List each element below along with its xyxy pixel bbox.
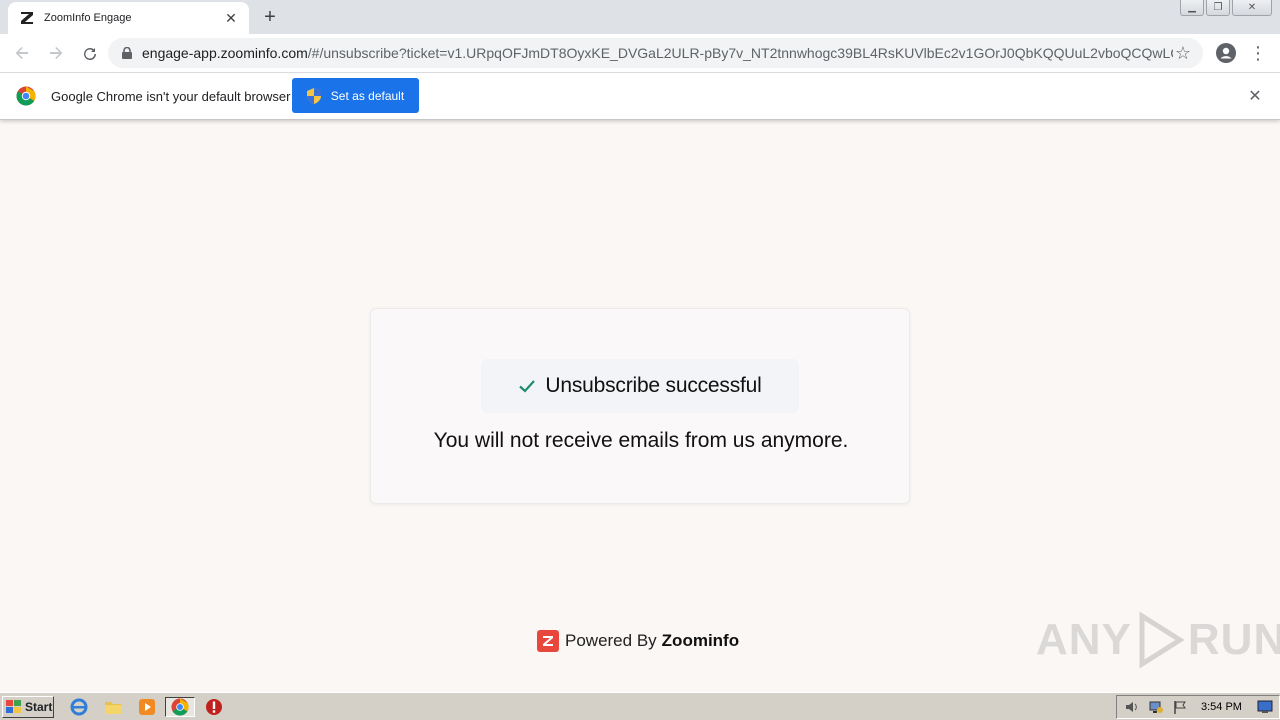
address-bar[interactable]: engage-app.zoominfo.com/#/unsubscribe?ti… bbox=[108, 38, 1203, 68]
anyrun-watermark: ANY RUN bbox=[1036, 608, 1280, 672]
tab-strip: ZoomInfo Engage ✕ + ▁ ❐ ✕ bbox=[0, 0, 1280, 34]
windows-taskbar: Start 3:54 PM bbox=[0, 692, 1280, 720]
powered-by-brand: Zoominfo bbox=[661, 631, 740, 650]
forward-arrow-icon[interactable] bbox=[40, 37, 72, 69]
ie-icon[interactable] bbox=[68, 697, 90, 717]
restore-button[interactable]: ❐ bbox=[1206, 0, 1230, 16]
network-icon[interactable] bbox=[1147, 698, 1165, 716]
url-text[interactable]: engage-app.zoominfo.com/#/unsubscribe?ti… bbox=[142, 45, 1173, 61]
lock-icon[interactable] bbox=[120, 46, 134, 60]
chrome-taskbar-icon[interactable] bbox=[165, 697, 195, 717]
chrome-logo-icon bbox=[16, 86, 36, 106]
tab-title: ZoomInfo Engage bbox=[44, 12, 132, 24]
url-host: engage-app.zoominfo.com bbox=[142, 45, 308, 61]
shield-icon bbox=[306, 87, 321, 104]
media-player-icon[interactable] bbox=[136, 697, 158, 717]
show-desktop-icon[interactable] bbox=[1256, 698, 1274, 716]
reload-icon[interactable] bbox=[74, 37, 106, 69]
system-tray: 3:54 PM bbox=[1116, 695, 1280, 719]
window-controls: ▁ ❐ ✕ bbox=[1178, 0, 1272, 16]
windows-flag-icon bbox=[6, 700, 22, 714]
url-path: /#/unsubscribe?ticket=v1.URpqOFJmDT8OyxK… bbox=[307, 45, 1173, 61]
default-browser-infobar: Google Chrome isn't your default browser… bbox=[0, 72, 1280, 120]
back-arrow-icon[interactable] bbox=[6, 37, 38, 69]
browser-toolbar: engage-app.zoominfo.com/#/unsubscribe?ti… bbox=[0, 34, 1280, 72]
status-message: You will not receive emails from us anym… bbox=[433, 429, 849, 452]
taskbar-clock[interactable]: 3:54 PM bbox=[1201, 701, 1242, 713]
folder-icon[interactable] bbox=[102, 697, 124, 717]
check-icon bbox=[518, 377, 536, 395]
close-icon[interactable]: ✕ bbox=[223, 10, 239, 26]
action-center-flag-icon[interactable] bbox=[1171, 698, 1189, 716]
minimize-button[interactable]: ▁ bbox=[1180, 0, 1204, 16]
star-icon[interactable]: ☆ bbox=[1173, 43, 1193, 63]
start-button[interactable]: Start bbox=[2, 696, 54, 718]
status-banner: Unsubscribe successful bbox=[481, 359, 799, 413]
speaker-icon[interactable] bbox=[1123, 698, 1141, 716]
powered-by-text: Powered By bbox=[565, 631, 657, 650]
plus-icon[interactable]: + bbox=[258, 6, 282, 28]
zoominfo-favicon-icon bbox=[18, 9, 36, 27]
set-as-default-label: Set as default bbox=[330, 88, 405, 103]
play-icon bbox=[1136, 611, 1185, 669]
stop-icon[interactable] bbox=[203, 697, 225, 717]
infobar-message: Google Chrome isn't your default browser bbox=[51, 88, 291, 104]
profile-icon[interactable] bbox=[1214, 41, 1238, 65]
powered-by: Powered By Zoominfo bbox=[537, 630, 739, 652]
close-window-button[interactable]: ✕ bbox=[1232, 0, 1272, 16]
zoominfo-logo-icon bbox=[537, 630, 559, 652]
unsubscribe-card: Unsubscribe successful You will not rece… bbox=[370, 308, 910, 504]
set-as-default-button[interactable]: Set as default bbox=[292, 78, 419, 113]
kebab-menu-icon[interactable]: ⋮ bbox=[1248, 41, 1268, 65]
close-icon[interactable]: ✕ bbox=[1246, 87, 1264, 105]
start-label: Start bbox=[25, 700, 53, 714]
watermark-right: RUN bbox=[1187, 615, 1280, 664]
status-title: Unsubscribe successful bbox=[545, 374, 762, 397]
watermark-left: ANY bbox=[1036, 615, 1132, 664]
tab-zoominfo-engage[interactable]: ZoomInfo Engage ✕ bbox=[8, 2, 249, 34]
